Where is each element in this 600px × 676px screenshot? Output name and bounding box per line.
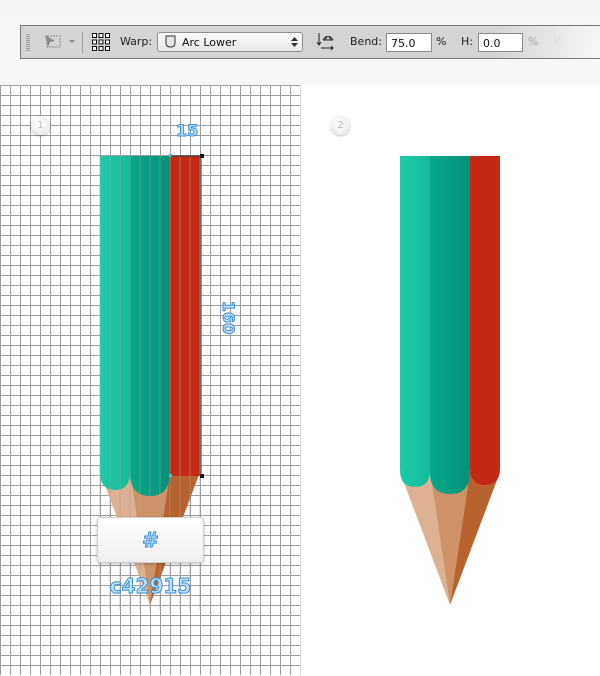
pencil-body-red [470, 156, 500, 485]
pencil-body-dark-teal [430, 156, 470, 494]
pencil-step-2 [400, 156, 500, 605]
pencil-body-red-rect [170, 156, 200, 476]
pencil-body-light-teal [400, 156, 430, 487]
color-hex-tooltip: # c42915 [97, 517, 204, 599]
height-dimension-label: 160 [219, 300, 239, 335]
width-dimension-label: 15 [175, 121, 199, 141]
anchor-point-bottom-left[interactable] [169, 474, 172, 477]
pencil-artwork [99, 154, 500, 610]
step-number-badge: 2 [331, 116, 350, 135]
pencil-body-light-teal [100, 156, 130, 490]
step-number-badge: 1 [31, 116, 50, 135]
